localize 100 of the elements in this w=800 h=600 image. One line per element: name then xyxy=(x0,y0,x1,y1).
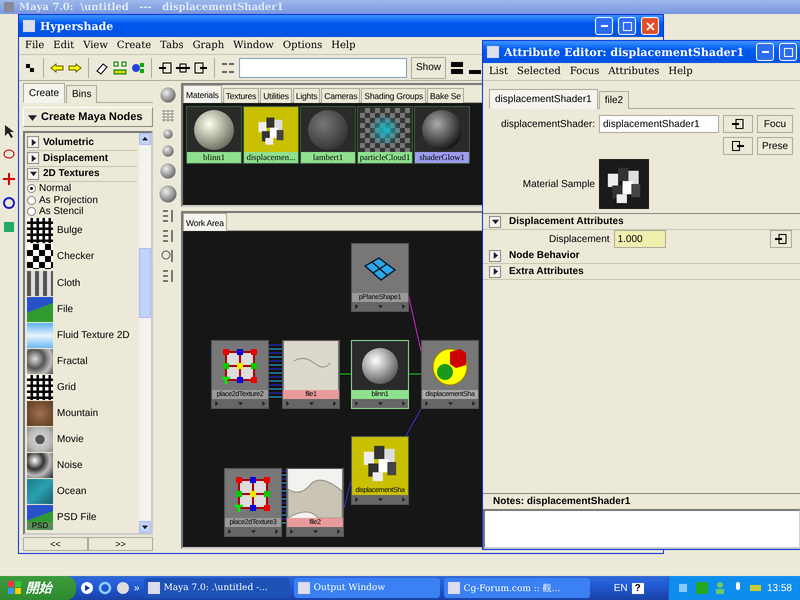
texture-label[interactable]: Fluid Texture 2D xyxy=(57,330,130,341)
move-arrows-icon[interactable] xyxy=(2,172,16,186)
scroll-thumb[interactable] xyxy=(139,248,151,318)
select-arrow-icon[interactable] xyxy=(2,124,16,138)
expand-toggle[interactable] xyxy=(489,266,501,278)
arrow-right-icon[interactable] xyxy=(68,60,82,74)
node-button-bar[interactable] xyxy=(225,527,281,536)
show-button[interactable]: Show xyxy=(411,56,446,78)
output-connections-icon[interactable] xyxy=(194,60,208,74)
texture-thumbnail[interactable] xyxy=(27,400,53,426)
taskbar-button[interactable]: Output Window xyxy=(294,578,440,598)
texture-thumbnail[interactable] xyxy=(27,244,53,270)
material-swatch[interactable]: blinn1 xyxy=(186,106,242,164)
in-out-connections-icon[interactable] xyxy=(176,60,190,74)
radio-button[interactable] xyxy=(27,184,36,193)
shelf-tab[interactable]: Textures xyxy=(222,88,260,103)
scrollbar[interactable] xyxy=(139,133,151,533)
expand-toggle[interactable] xyxy=(27,152,39,164)
texture-thumbnail[interactable] xyxy=(27,479,53,504)
browser-icon[interactable] xyxy=(116,581,130,595)
texture-label[interactable]: PSD File xyxy=(57,512,96,524)
shelf-tab[interactable]: Bake Se xyxy=(427,88,464,103)
menu-item[interactable]: List xyxy=(489,66,508,77)
attribute-field[interactable]: 1.000 xyxy=(614,230,666,248)
texture-label[interactable]: Bulge xyxy=(57,225,83,236)
rotate-icon[interactable] xyxy=(2,196,16,210)
panel-tab[interactable]: Bins xyxy=(66,85,98,103)
graph-layout-icon[interactable] xyxy=(221,60,235,74)
node-tab[interactable]: displacementShader1 xyxy=(489,89,598,109)
expand-toggle[interactable] xyxy=(489,250,501,262)
menu-item[interactable]: Help xyxy=(331,40,356,51)
texture-thumbnail[interactable] xyxy=(27,453,53,478)
node-button-bar[interactable] xyxy=(212,399,268,408)
texture-label[interactable]: Noise xyxy=(57,460,83,472)
menu-item[interactable]: Tabs xyxy=(160,40,184,51)
texture-label[interactable]: Movie xyxy=(57,434,84,446)
texture-thumbnail[interactable] xyxy=(27,296,53,322)
expand-toggle[interactable] xyxy=(489,216,501,228)
focus-button[interactable]: Focu xyxy=(757,115,793,133)
node-tab[interactable]: file2 xyxy=(598,91,630,109)
menu-item[interactable]: View xyxy=(83,40,108,51)
texture-thumbnail[interactable] xyxy=(27,348,53,374)
texture-thumbnail[interactable] xyxy=(27,374,53,400)
material-swatch[interactable]: shaderGlow1 xyxy=(414,106,470,164)
map-button[interactable] xyxy=(770,230,792,248)
radio-button[interactable] xyxy=(27,196,36,205)
menu-item[interactable]: Window xyxy=(233,40,274,51)
menu-item[interactable]: Attributes xyxy=(608,66,660,77)
menu-item[interactable]: Focus xyxy=(570,66,600,77)
radio-button[interactable] xyxy=(27,207,36,216)
menu-item[interactable]: Options xyxy=(282,40,322,51)
panel-header[interactable]: Create Maya Nodes xyxy=(23,107,153,127)
menu-item[interactable]: Selected xyxy=(517,66,561,77)
minimize-button[interactable] xyxy=(756,43,774,61)
node-button-bar[interactable] xyxy=(352,399,408,408)
material-swatch[interactable]: displacemen... xyxy=(243,106,299,164)
node-button-bar[interactable] xyxy=(287,527,343,536)
help-button[interactable]: ? xyxy=(632,582,644,594)
texture-thumbnail[interactable] xyxy=(27,218,53,244)
start-button[interactable]: 開始 xyxy=(0,576,76,600)
menu-item[interactable]: Graph xyxy=(192,40,224,51)
browser-icon[interactable] xyxy=(98,581,112,595)
menu-item[interactable]: Create xyxy=(116,40,152,51)
nav-button[interactable]: << xyxy=(23,537,88,551)
texture-thumbnail[interactable] xyxy=(27,322,53,348)
texture-label[interactable]: File xyxy=(57,304,74,315)
material-swatch[interactable]: particleCloud1 xyxy=(357,106,413,164)
name-field[interactable]: displacementShader1 xyxy=(599,115,719,133)
panel-tab[interactable]: Create xyxy=(23,83,66,103)
search-field[interactable] xyxy=(239,58,407,78)
shelf-tab[interactable]: Cameras xyxy=(321,88,360,103)
more-chevron[interactable]: » xyxy=(134,582,140,594)
taskbar-button[interactable]: Cg-Forum.com :: 觀... xyxy=(444,578,590,598)
close-button[interactable] xyxy=(641,17,659,35)
input-connections-icon[interactable] xyxy=(158,60,172,74)
menu-item[interactable]: Edit xyxy=(53,40,74,51)
arrow-left-icon[interactable] xyxy=(50,60,64,74)
texture-thumbnail[interactable] xyxy=(27,270,53,296)
shelf-tab[interactable]: Lights xyxy=(292,88,320,103)
texture-label[interactable]: Fractal xyxy=(57,356,88,367)
taskbar-button[interactable]: Maya 7.0: .\untitled -... xyxy=(144,578,290,598)
sort-icon[interactable] xyxy=(161,209,175,223)
language-indicator[interactable]: EN xyxy=(614,582,628,594)
texture-label[interactable]: Cloth xyxy=(57,278,80,289)
node-button-bar[interactable] xyxy=(422,399,478,408)
sort-icon[interactable] xyxy=(161,269,175,283)
output-connection-button[interactable] xyxy=(723,137,753,155)
node-button-bar[interactable] xyxy=(283,399,339,408)
texture-label[interactable]: Ocean xyxy=(57,486,86,498)
texture-label[interactable]: Mountain xyxy=(57,408,98,419)
nav-button[interactable]: >> xyxy=(88,537,153,551)
eraser-icon[interactable] xyxy=(95,60,109,74)
node-grid-icon[interactable] xyxy=(113,60,127,74)
sort-icon[interactable] xyxy=(161,229,175,243)
expand-toggle[interactable] xyxy=(27,168,39,180)
work-area-tab[interactable]: Work Area xyxy=(183,213,227,231)
notes-field[interactable] xyxy=(483,509,800,549)
minimize-button[interactable] xyxy=(595,17,613,35)
maximize-button[interactable] xyxy=(779,43,797,61)
layout-split-icon[interactable] xyxy=(450,60,464,74)
